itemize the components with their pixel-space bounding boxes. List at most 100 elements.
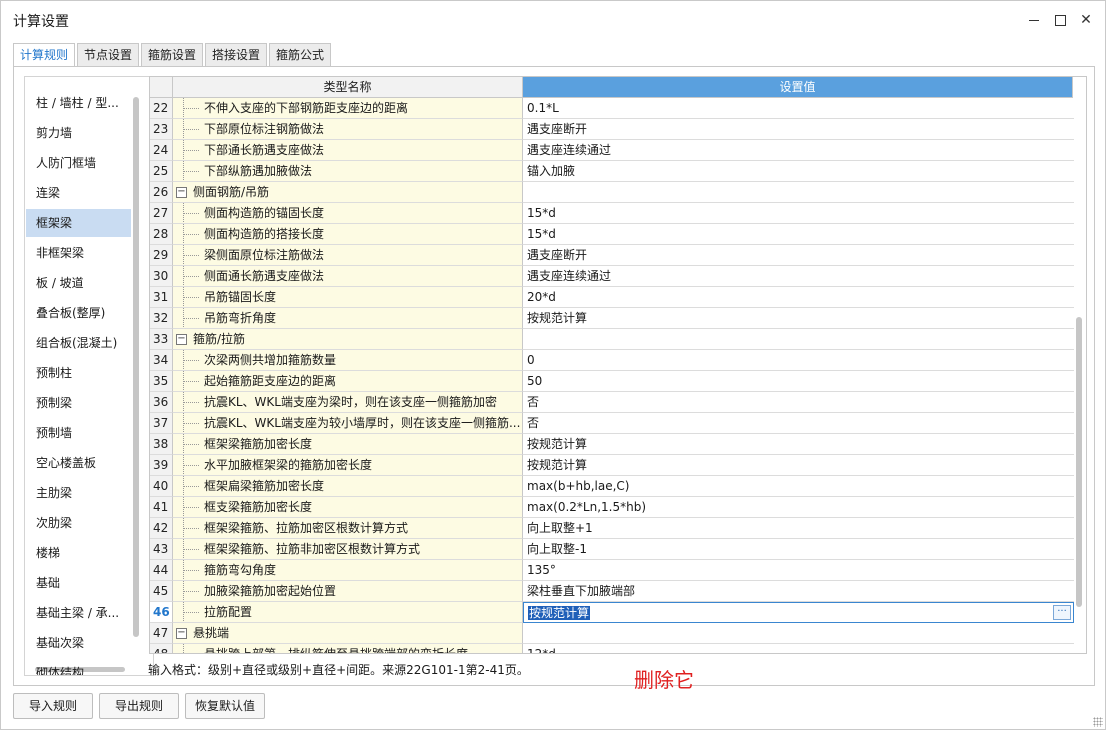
row-setting-value[interactable]: 0.1*L	[523, 98, 1074, 119]
ellipsis-icon[interactable]: ···	[1053, 605, 1071, 620]
row-setting-value[interactable]: 50	[523, 371, 1074, 392]
table-row[interactable]: 39 水平加腋框架梁的箍筋加密长度 按规范计算	[150, 455, 1074, 476]
row-setting-value[interactable]: 遇支座连续通过	[523, 140, 1074, 161]
table-row[interactable]: 24 下部通长筋遇支座做法 遇支座连续通过	[150, 140, 1074, 161]
row-setting-value[interactable]: 否	[523, 392, 1074, 413]
table-row[interactable]: 38 框架梁箍筋加密长度 按规范计算	[150, 434, 1074, 455]
table-row[interactable]: 37 抗震KL、WKL端支座为较小墙厚时，则在该支座一侧箍筋... 否	[150, 413, 1074, 434]
row-setting-value[interactable]	[523, 182, 1074, 203]
row-setting-value[interactable]: max(b+hb,lae,C)	[523, 476, 1074, 497]
row-setting-value[interactable]: 0	[523, 350, 1074, 371]
collapse-icon[interactable]: −	[176, 187, 187, 198]
table-row[interactable]: 26− 侧面钢筋/吊筋	[150, 182, 1074, 203]
value-editor[interactable]: 按规范计算 ···	[523, 602, 1074, 623]
row-setting-value[interactable]: 向上取整-1	[523, 539, 1074, 560]
row-setting-value[interactable]: 135°	[523, 560, 1074, 581]
table-row[interactable]: 30 侧面通长筋遇支座做法 遇支座连续通过	[150, 266, 1074, 287]
sidebar-item[interactable]: 预制柱	[26, 359, 131, 387]
close-icon[interactable]: ✕	[1077, 11, 1095, 29]
resize-grip-icon[interactable]	[1093, 717, 1103, 727]
table-row[interactable]: 33− 箍筋/拉筋	[150, 329, 1074, 350]
sidebar-item[interactable]: 空心楼盖板	[26, 449, 131, 477]
row-setting-value[interactable]: 12*d	[523, 644, 1074, 653]
tab-1[interactable]: 节点设置	[77, 43, 139, 67]
table-row[interactable]: 43 框架梁箍筋、拉筋非加密区根数计算方式 向上取整-1	[150, 539, 1074, 560]
sidebar-item[interactable]: 砌体结构	[26, 659, 131, 675]
row-setting-value[interactable]	[523, 623, 1074, 644]
sidebar-item[interactable]: 楼梯	[26, 539, 131, 567]
minimize-icon[interactable]	[1025, 11, 1043, 29]
row-setting-value[interactable]: 按规范计算	[523, 455, 1074, 476]
sidebar-item[interactable]: 基础次梁	[26, 629, 131, 657]
import-rules-button[interactable]: 导入规则	[13, 693, 93, 719]
row-setting-value[interactable]: 按规范计算	[523, 308, 1074, 329]
sidebar-item[interactable]: 人防门框墙	[26, 149, 131, 177]
sidebar-item[interactable]: 连梁	[26, 179, 131, 207]
collapse-icon[interactable]: −	[176, 334, 187, 345]
collapse-icon[interactable]: −	[176, 628, 187, 639]
row-type-name: 悬挑跨上部第一排纵筋伸至悬挑跨端部的弯折长度	[173, 644, 523, 653]
table-row[interactable]: 34 次梁两侧共增加箍筋数量 0	[150, 350, 1074, 371]
table-row[interactable]: 41 框支梁箍筋加密长度 max(0.2*Ln,1.5*hb)	[150, 497, 1074, 518]
table-row[interactable]: 46 拉筋配置 按规范计算 ···	[150, 602, 1074, 623]
export-rules-button[interactable]: 导出规则	[99, 693, 179, 719]
row-setting-value[interactable]: 遇支座断开	[523, 119, 1074, 140]
row-setting-value[interactable]: 遇支座连续通过	[523, 266, 1074, 287]
tab-3[interactable]: 搭接设置	[205, 43, 267, 67]
table-row[interactable]: 40 框架扁梁箍筋加密长度 max(b+hb,lae,C)	[150, 476, 1074, 497]
row-setting-value[interactable]: 按规范计算	[523, 434, 1074, 455]
sidebar-item[interactable]: 基础主梁 / 承...	[26, 599, 131, 627]
row-setting-value[interactable]: max(0.2*Ln,1.5*hb)	[523, 497, 1074, 518]
rules-panel: 柱 / 墙柱 / 型... 剪力墙 人防门框墙 连梁 框架梁 非框架梁板 / 坡道 叠合板(…	[13, 66, 1095, 692]
table-row[interactable]: 31 吊筋锚固长度 20*d	[150, 287, 1074, 308]
row-setting-value[interactable]: 遇支座断开	[523, 245, 1074, 266]
row-setting-value[interactable]: 锚入加腋	[523, 161, 1074, 182]
table-row[interactable]: 45 加腋梁箍筋加密起始位置 梁柱垂直下加腋端部	[150, 581, 1074, 602]
row-type-name: 次梁两侧共增加箍筋数量	[173, 350, 523, 371]
maximize-icon[interactable]	[1051, 11, 1069, 29]
sidebar-item[interactable]: 组合板(混凝土)	[26, 329, 131, 357]
table-row[interactable]: 27 侧面构造筋的锚固长度 15*d	[150, 203, 1074, 224]
table-row[interactable]: 35 起始箍筋距支座边的距离 50	[150, 371, 1074, 392]
table-row[interactable]: 29 梁侧面原位标注筋做法 遇支座断开	[150, 245, 1074, 266]
row-setting-value[interactable]: 向上取整+1	[523, 518, 1074, 539]
row-setting-value[interactable]: 20*d	[523, 287, 1074, 308]
sidebar-item[interactable]: 次肋梁	[26, 509, 131, 537]
table-row[interactable]: 36 抗震KL、WKL端支座为梁时，则在该支座一侧箍筋加密 否	[150, 392, 1074, 413]
table-row[interactable]: 47− 悬挑端	[150, 623, 1074, 644]
sidebar-item[interactable]: 非框架梁	[26, 239, 131, 267]
row-setting-value[interactable]: 梁柱垂直下加腋端部	[523, 581, 1074, 602]
table-row[interactable]: 22 不伸入支座的下部钢筋距支座边的距离 0.1*L	[150, 98, 1074, 119]
sidebar-item[interactable]: 预制墙	[26, 419, 131, 447]
tab-2[interactable]: 箍筋设置	[141, 43, 203, 67]
row-number: 35	[150, 371, 173, 392]
sidebar-item[interactable]: 柱 / 墙柱 / 型...	[26, 89, 131, 117]
sidebar-item[interactable]: 板 / 坡道	[26, 269, 131, 297]
sidebar-item[interactable]: 框架梁	[26, 209, 131, 237]
table-row[interactable]: 28 侧面构造筋的搭接长度 15*d	[150, 224, 1074, 245]
restore-defaults-button[interactable]: 恢复默认值	[185, 693, 265, 719]
sidebar-item[interactable]: 剪力墙	[26, 119, 131, 147]
row-setting-value[interactable]: 15*d	[523, 224, 1074, 245]
table-row[interactable]: 44 箍筋弯勾角度 135°	[150, 560, 1074, 581]
table-row[interactable]: 32 吊筋弯折角度 按规范计算	[150, 308, 1074, 329]
tab-0[interactable]: 计算规则	[13, 43, 75, 68]
row-number: 33	[150, 329, 173, 350]
row-type-name: 下部原位标注钢筋做法	[173, 119, 523, 140]
tree-line	[183, 644, 184, 653]
tab-4[interactable]: 箍筋公式	[269, 43, 331, 67]
sidebar-scrollbar[interactable]	[133, 97, 139, 637]
grid-scrollbar[interactable]	[1076, 317, 1082, 607]
table-row[interactable]: 25 下部纵筋遇加腋做法 锚入加腋	[150, 161, 1074, 182]
table-row[interactable]: 48 悬挑跨上部第一排纵筋伸至悬挑跨端部的弯折长度 12*d	[150, 644, 1074, 653]
table-row[interactable]: 42 框架梁箍筋、拉筋加密区根数计算方式 向上取整+1	[150, 518, 1074, 539]
sidebar-item[interactable]: 基础	[26, 569, 131, 597]
row-setting-value[interactable]	[523, 329, 1074, 350]
sidebar-item[interactable]: 预制梁	[26, 389, 131, 417]
table-row[interactable]: 23 下部原位标注钢筋做法 遇支座断开	[150, 119, 1074, 140]
selected-value-text[interactable]: 按规范计算	[528, 606, 591, 620]
row-setting-value[interactable]: 15*d	[523, 203, 1074, 224]
sidebar-item[interactable]: 叠合板(整厚)	[26, 299, 131, 327]
row-setting-value[interactable]: 否	[523, 413, 1074, 434]
sidebar-item[interactable]: 主肋梁	[26, 479, 131, 507]
